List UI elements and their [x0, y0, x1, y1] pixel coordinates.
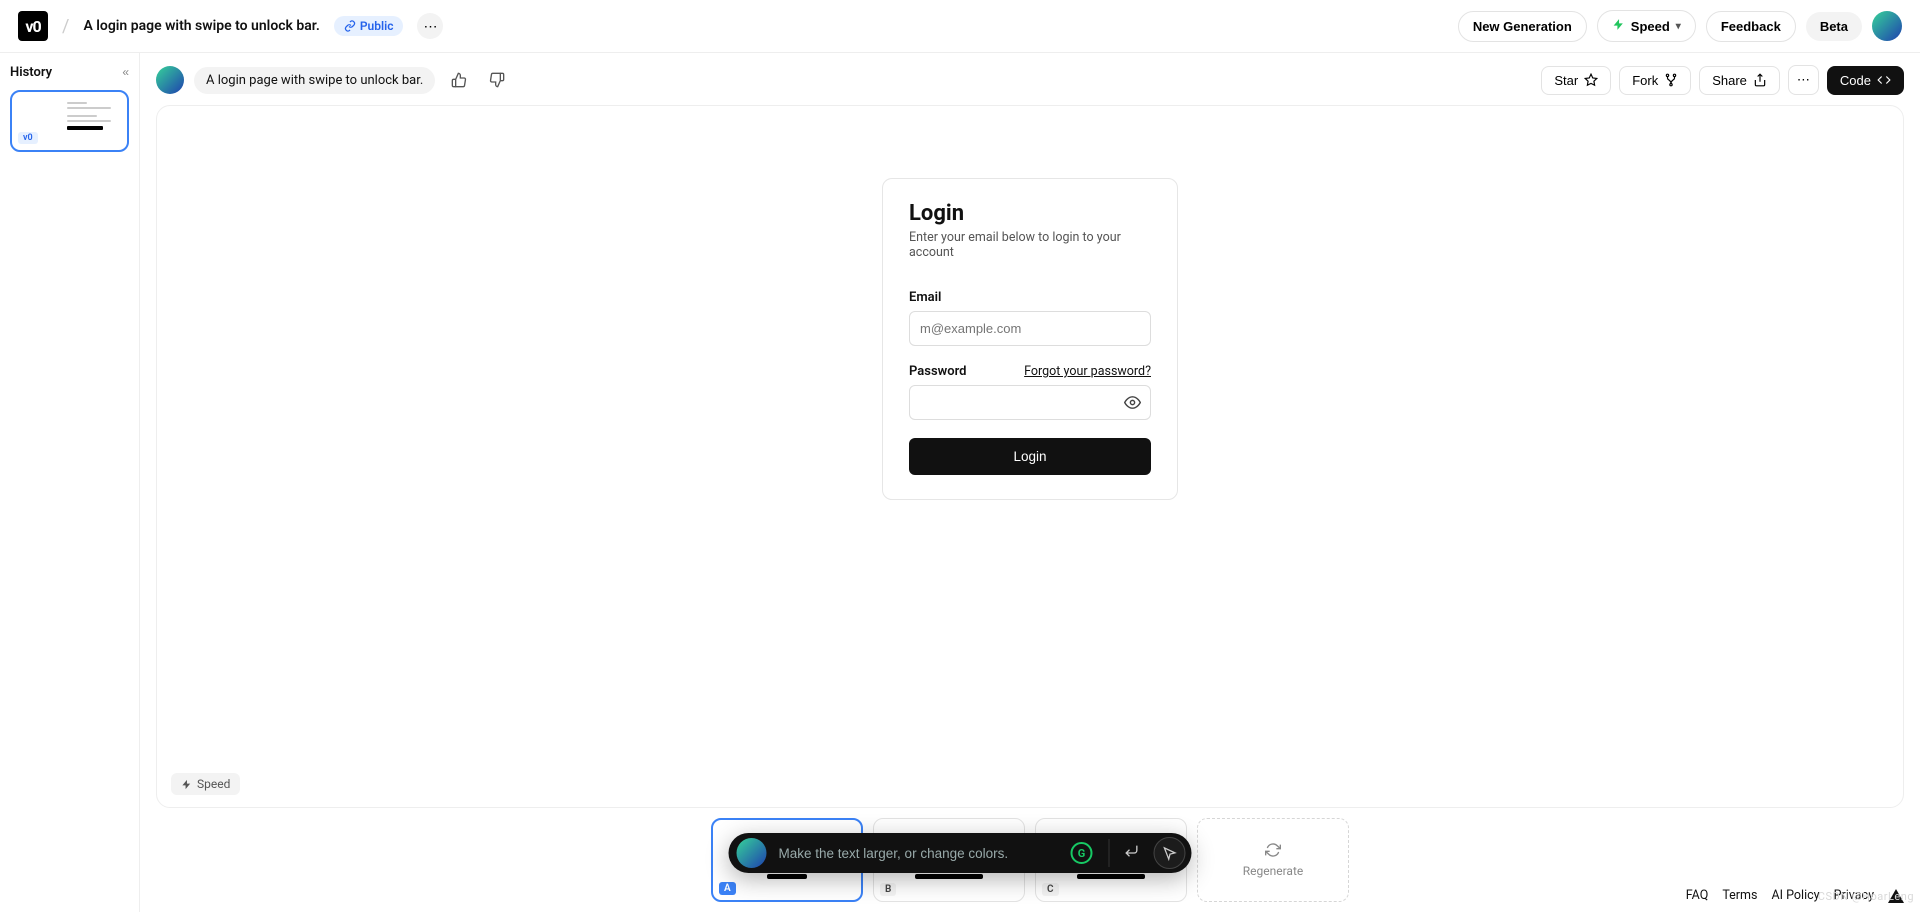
speed-tag: Speed	[171, 773, 240, 795]
fork-button[interactable]: Fork	[1619, 66, 1691, 95]
history-thumb-preview	[67, 102, 119, 130]
fork-label: Fork	[1632, 73, 1658, 88]
bolt-icon	[181, 779, 192, 790]
code-button[interactable]: Code	[1827, 66, 1904, 95]
star-icon	[1584, 73, 1598, 87]
canvas-header-right: Star Fork Share ⋯ Code	[1541, 65, 1904, 95]
preview-frame: Login Enter your email below to login to…	[156, 105, 1904, 808]
prompt-bar-avatar[interactable]	[737, 838, 767, 868]
history-heading: History	[10, 65, 129, 80]
faq-link[interactable]: FAQ	[1686, 888, 1709, 903]
speed-dropdown[interactable]: Speed ▾	[1597, 10, 1696, 42]
forgot-password-link[interactable]: Forgot your password?	[1024, 364, 1151, 379]
code-label: Code	[1840, 73, 1871, 88]
history-thumbnail[interactable]: v0	[10, 90, 129, 152]
star-button[interactable]: Star	[1541, 66, 1611, 95]
canvas-header-left: A login page with swipe to unlock bar.	[156, 66, 511, 94]
public-badge[interactable]: Public	[334, 16, 404, 36]
new-generation-button[interactable]: New Generation	[1458, 11, 1587, 42]
fork-icon	[1664, 73, 1678, 87]
more-actions-button[interactable]: ⋯	[1788, 65, 1819, 95]
thumbs-up-icon	[451, 72, 467, 88]
login-title: Login	[909, 201, 1151, 226]
element-picker-button[interactable]	[1154, 837, 1186, 869]
thumbs-down-icon	[489, 72, 505, 88]
history-thumb-badge: v0	[18, 132, 38, 144]
top-bar: v0 / A login page with swipe to unlock b…	[0, 0, 1920, 53]
footer-links: FAQ Terms AI Policy Privacy	[1686, 888, 1904, 903]
regenerate-label: Regenerate	[1243, 864, 1304, 878]
beta-badge[interactable]: Beta	[1806, 12, 1862, 41]
main-area: History « v0 A login page with swipe to …	[0, 53, 1920, 912]
feedback-button[interactable]: Feedback	[1706, 11, 1796, 42]
thumbs-up-button[interactable]	[445, 66, 473, 94]
email-input[interactable]	[909, 311, 1151, 346]
password-label: Password	[909, 364, 966, 379]
prompt-avatar	[156, 66, 184, 94]
star-label: Star	[1554, 73, 1578, 88]
more-menu-button[interactable]: ⋯	[417, 13, 443, 39]
submit-prompt-button[interactable]	[1118, 843, 1146, 864]
chevron-down-icon: ▾	[1676, 21, 1681, 32]
collapse-sidebar-button[interactable]: «	[122, 65, 129, 79]
thumbs-down-button[interactable]	[483, 66, 511, 94]
login-submit-button[interactable]: Login	[909, 438, 1151, 475]
link-icon	[344, 20, 356, 32]
password-input[interactable]	[909, 385, 1151, 420]
prompt-bar: G	[729, 833, 1192, 873]
terms-link[interactable]: Terms	[1722, 888, 1757, 903]
login-card: Login Enter your email below to login to…	[882, 178, 1178, 500]
variant-c-letter: C	[1042, 883, 1059, 896]
logo[interactable]: v0	[18, 11, 48, 41]
share-icon	[1753, 73, 1767, 87]
warning-icon[interactable]	[1888, 889, 1904, 903]
ai-policy-link[interactable]: AI Policy	[1771, 888, 1819, 903]
prompt-input[interactable]	[771, 846, 1071, 861]
user-avatar[interactable]	[1872, 11, 1902, 41]
privacy-link[interactable]: Privacy	[1834, 888, 1874, 903]
canvas-section: A login page with swipe to unlock bar. S…	[140, 53, 1920, 912]
prompt-divider	[1109, 839, 1110, 867]
top-bar-right: New Generation Speed ▾ Feedback Beta	[1458, 10, 1902, 42]
project-title: A login page with swipe to unlock bar.	[83, 18, 319, 34]
enter-icon	[1124, 843, 1140, 859]
toggle-password-button[interactable]	[1124, 394, 1141, 415]
variant-a-letter: A	[719, 882, 736, 895]
bolt-icon	[1612, 18, 1625, 34]
sidebar: History « v0	[0, 53, 140, 912]
canvas-header: A login page with swipe to unlock bar. S…	[156, 65, 1904, 95]
code-icon	[1877, 73, 1891, 87]
share-button[interactable]: Share	[1699, 66, 1780, 95]
top-bar-left: v0 / A login page with swipe to unlock b…	[18, 11, 443, 41]
speed-tag-label: Speed	[197, 777, 230, 791]
variant-b-letter: B	[880, 883, 896, 896]
cursor-icon	[1162, 846, 1177, 861]
public-label: Public	[360, 19, 394, 33]
slash-divider: /	[62, 16, 69, 37]
speed-label: Speed	[1631, 19, 1670, 34]
share-label: Share	[1712, 73, 1747, 88]
email-label: Email	[909, 290, 1151, 305]
grammarly-icon[interactable]: G	[1071, 842, 1093, 864]
eye-icon	[1124, 394, 1141, 411]
login-subtitle: Enter your email below to login to your …	[909, 230, 1151, 260]
regenerate-button[interactable]: Regenerate	[1197, 818, 1349, 902]
prompt-chip: A login page with swipe to unlock bar.	[194, 67, 435, 94]
refresh-icon	[1265, 842, 1281, 858]
